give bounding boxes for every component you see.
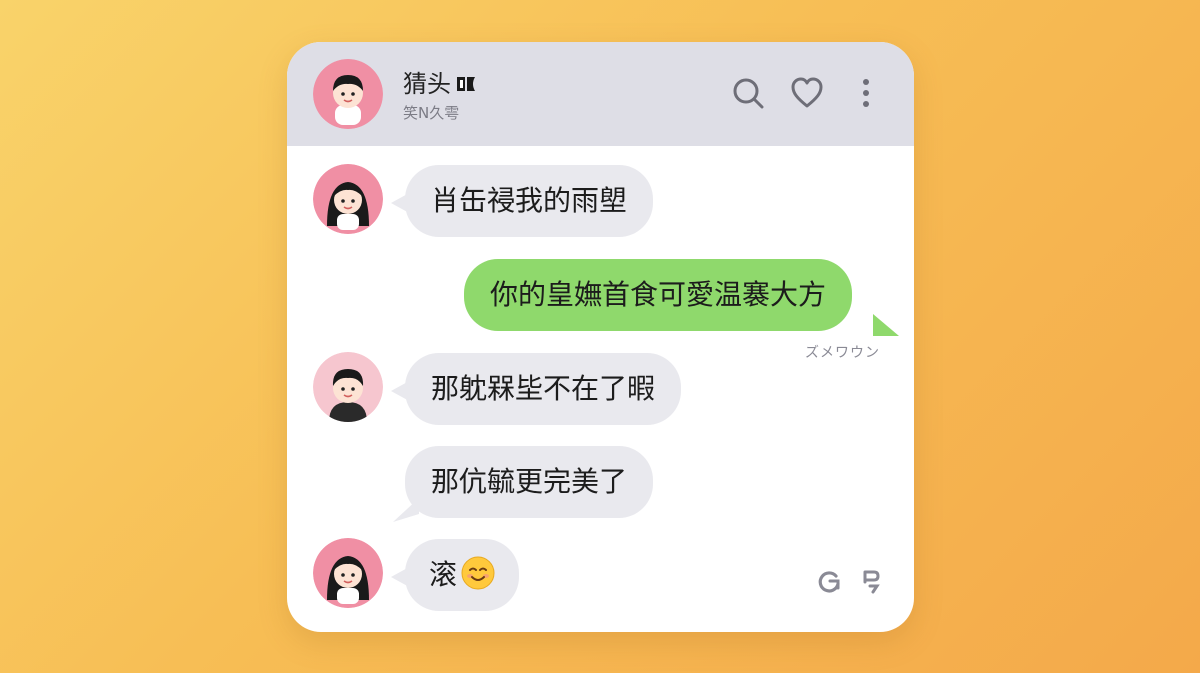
message-timestamp: ズメワウン	[805, 345, 880, 361]
message-bubble-incoming[interactable]: 那伉毓更完美了	[405, 446, 654, 518]
translate-icon	[859, 568, 885, 598]
girl-avatar[interactable]	[313, 538, 383, 608]
girl-avatar[interactable]	[313, 164, 383, 234]
bubble-tail	[873, 314, 899, 336]
chat-window: 猜头 笑N久雩 肖缶祲我的雨塱 你的皇嫵首食可愛温褰大方 ズメワウン 那躭槑坒不…	[287, 42, 914, 632]
message-bubble-incoming[interactable]: 肖缶祲我的雨塱	[405, 165, 654, 237]
contact-name: 猜头	[403, 64, 477, 99]
refresh-icon	[816, 568, 842, 598]
bubble-tail	[393, 498, 419, 522]
favorite-button[interactable]	[788, 76, 826, 114]
search-button[interactable]	[729, 76, 767, 114]
more-vertical-icon	[861, 77, 871, 113]
refresh-button[interactable]	[815, 569, 843, 597]
heart-icon	[789, 75, 825, 115]
contact-avatar[interactable]	[313, 59, 383, 129]
message-text: 滚	[429, 558, 458, 591]
more-button[interactable]	[847, 76, 885, 114]
boy-avatar[interactable]	[313, 352, 383, 422]
message-bubble-incoming[interactable]: 滚	[405, 539, 520, 611]
contact-status: 笑N久雩	[403, 104, 460, 122]
search-icon	[730, 75, 766, 115]
message-bubble-incoming[interactable]: 那躭槑坒不在了暇	[405, 353, 682, 425]
chat-header: 猜头 笑N久雩	[287, 42, 914, 146]
contact-name-text: 猜头	[403, 70, 451, 98]
smiling-face-icon	[461, 545, 495, 590]
message-bubble-outgoing[interactable]: 你的皇嫵首食可愛温褰大方	[464, 259, 853, 331]
flag-icon	[455, 72, 477, 92]
translate-button[interactable]	[858, 569, 886, 597]
